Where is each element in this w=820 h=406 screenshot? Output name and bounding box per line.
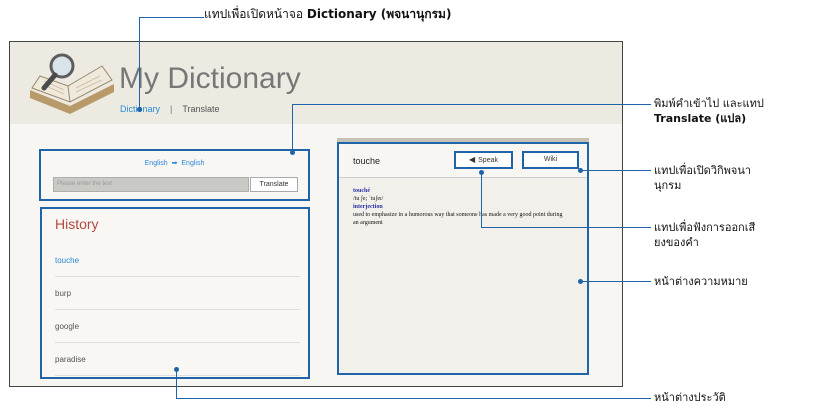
callout-translate-text: พิมพ์คำเข้าไป และแทป xyxy=(654,97,764,110)
history-item[interactable]: burp xyxy=(55,278,300,310)
callout-speak-line1: แทปเพื่อฟังการออกเสี xyxy=(654,221,756,234)
current-word: touche xyxy=(353,156,381,166)
nav-translate[interactable]: Translate xyxy=(182,104,219,114)
target-language: English xyxy=(181,160,205,167)
pronunciation: /tu ʃe; ˈtuʃeɪ/ xyxy=(353,196,384,202)
definition: touché /tu ʃe; ˈtuʃeɪ/ interjection used… xyxy=(353,187,563,227)
translate-button[interactable]: Translate xyxy=(250,177,298,192)
history-panel: History touche burp google paradise xyxy=(40,207,310,379)
app-header: My Dictionary Dictionary|Translate xyxy=(10,42,622,124)
app-title: My Dictionary xyxy=(119,62,301,95)
definition-text: used to emphasize in a humorous way that… xyxy=(353,212,563,226)
app-screenshot: My Dictionary Dictionary|Translate Engli… xyxy=(9,41,623,387)
headword: touché xyxy=(353,188,370,194)
connector-line xyxy=(481,172,482,227)
nav-separator: | xyxy=(170,104,173,114)
callout-dictionary: แทปเพื่อเปิดหน้าจอ Dictionary (พจนานุกรม… xyxy=(204,7,451,22)
callout-wiki: แทปเพื่อเปิดวิกิพจนา นุกรม xyxy=(654,163,751,193)
page: แทปเพื่อเปิดหน้าจอ Dictionary (พจนานุกรม… xyxy=(0,0,820,406)
history-item[interactable]: touche xyxy=(55,245,300,277)
callout-wiki-line1: แทปเพื่อเปิดวิกิพจนา xyxy=(654,164,752,177)
connector-line xyxy=(481,227,651,228)
connector-line xyxy=(292,104,293,152)
meaning-panel: touche ◀ Speak Wiki touché /tu ʃe; ˈtuʃeɪ… xyxy=(337,142,589,375)
connector-dot xyxy=(137,107,142,112)
history-item[interactable]: google xyxy=(55,311,300,343)
connector-line xyxy=(176,398,651,399)
connector-line xyxy=(581,170,651,171)
connector-line xyxy=(581,281,651,282)
language-arrow-icon: ➡ xyxy=(171,160,178,167)
book-magnifier-icon xyxy=(30,53,114,114)
speak-button-label: Speak xyxy=(478,157,498,164)
connector-dot xyxy=(174,367,179,372)
callout-speak: แทปเพื่อฟังการออกเสี ยงของคำ xyxy=(654,220,755,250)
search-input[interactable]: Please enter the text xyxy=(53,177,249,192)
callout-meaning: หน้าต่างความหมาย xyxy=(654,275,748,288)
wiki-button[interactable]: Wiki xyxy=(522,151,579,169)
callout-history: หน้าต่างประวัติ xyxy=(654,391,726,404)
translate-box: English ➡ English Please enter the text … xyxy=(39,149,310,201)
connector-line xyxy=(176,369,177,398)
connector-line xyxy=(139,17,140,109)
connector-dot xyxy=(578,279,583,284)
callout-speak-line2: ยงของคำ xyxy=(654,236,699,249)
callout-translate: พิมพ์คำเข้าไป และแทป Translate (แปล) xyxy=(654,96,764,126)
callout-translate-bold: Translate (แปล) xyxy=(654,112,747,125)
history-title: History xyxy=(55,216,99,232)
connector-line xyxy=(139,17,204,18)
connector-line xyxy=(292,104,651,105)
language-pair[interactable]: English ➡ English xyxy=(41,159,308,167)
part-of-speech: interjection xyxy=(353,204,383,210)
connector-dot xyxy=(479,170,484,175)
connector-dot xyxy=(578,168,583,173)
speak-button[interactable]: ◀ Speak xyxy=(454,151,513,169)
connector-dot xyxy=(290,150,295,155)
callout-wiki-line2: นุกรม xyxy=(654,179,682,192)
callout-dictionary-bold: Dictionary (พจนานุกรม) xyxy=(306,7,452,21)
speaker-icon: ◀ xyxy=(468,155,476,164)
callout-dictionary-text: แทปเพื่อเปิดหน้าจอ xyxy=(204,7,307,21)
source-language: English xyxy=(144,160,168,167)
top-nav: Dictionary|Translate xyxy=(120,104,220,114)
meaning-header: touche ◀ Speak Wiki xyxy=(339,144,587,178)
